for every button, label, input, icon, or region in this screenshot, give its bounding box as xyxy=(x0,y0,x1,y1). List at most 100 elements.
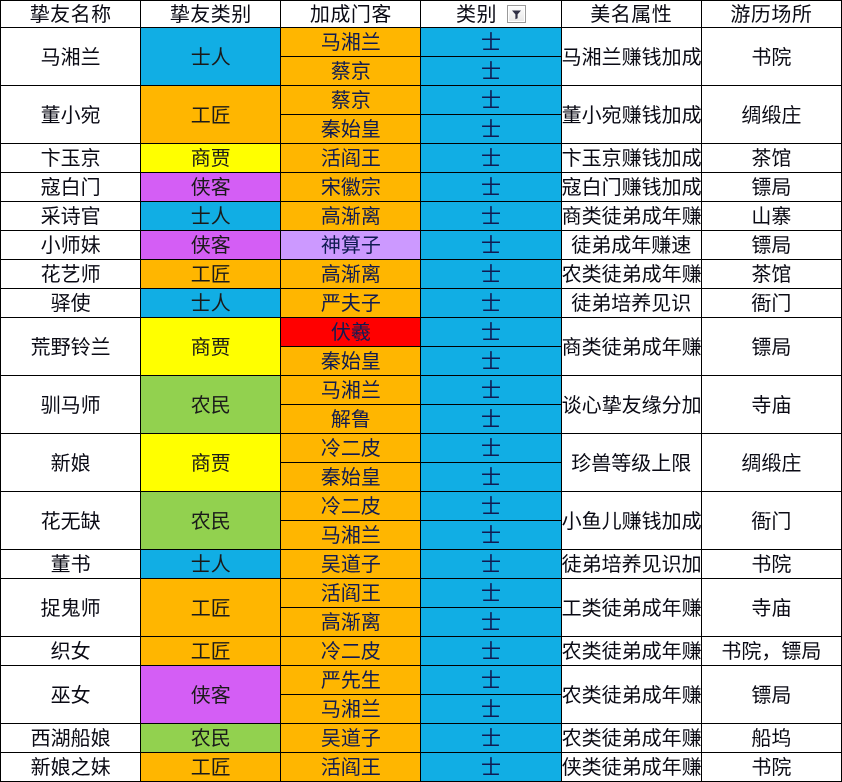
table-row[interactable]: 西湖船娘农民吴道子士农类徒弟成年赚速船坞 xyxy=(0,723,842,753)
cell-friend-category[interactable]: 工匠 xyxy=(140,636,282,666)
cell-friend-name[interactable]: 采诗官 xyxy=(0,201,142,231)
table-row[interactable]: 捉鬼师工匠活阎王士工类徒弟成年赚速寺庙 xyxy=(0,578,842,637)
cell-attribute[interactable]: 马湘兰赚钱加成 xyxy=(560,27,702,86)
cell-place[interactable]: 衙门 xyxy=(700,288,842,318)
cell-retainer[interactable]: 吴道子 xyxy=(280,549,422,579)
cell-retainer[interactable]: 马湘兰 xyxy=(280,520,422,550)
cell-friend-name[interactable]: 捉鬼师 xyxy=(0,578,142,637)
cell-type[interactable]: 士 xyxy=(420,462,562,492)
cell-retainer[interactable]: 严先生 xyxy=(280,665,422,695)
cell-retainer[interactable]: 秦始皇 xyxy=(280,462,422,492)
cell-retainer[interactable]: 高渐离 xyxy=(280,607,422,637)
cell-attribute[interactable]: 侠类徒弟成年赚速 xyxy=(560,752,702,782)
cell-retainer[interactable]: 秦始皇 xyxy=(280,346,422,376)
cell-place[interactable]: 衙门 xyxy=(700,491,842,550)
table-row[interactable]: 花无缺 农民 冷二皮士小鱼儿赚钱加成 衙门 xyxy=(0,491,842,550)
cell-retainer[interactable]: 冷二皮 xyxy=(280,491,422,521)
cell-friend-category[interactable]: 侠客 xyxy=(140,172,282,202)
cell-type[interactable]: 士 xyxy=(420,201,562,231)
cell-type[interactable]: 士 xyxy=(420,665,562,695)
cell-friend-category[interactable]: 工匠 xyxy=(140,752,282,782)
column-header-attribute[interactable]: 美名属性 xyxy=(560,0,702,28)
cell-type[interactable]: 士 xyxy=(420,549,562,579)
cell-type[interactable]: 士 xyxy=(420,114,562,144)
cell-retainer[interactable]: 高渐离 xyxy=(280,201,422,231)
cell-friend-category[interactable]: 士人 xyxy=(140,201,282,231)
table-row[interactable]: 荒野铃兰商贾伏羲士商类徒弟成年赚速镖局 xyxy=(0,317,842,376)
cell-attribute[interactable]: 卞玉京赚钱加成 xyxy=(560,143,702,173)
cell-retainer[interactable]: 蔡京 xyxy=(280,56,422,86)
cell-friend-name[interactable]: 新娘之妹 xyxy=(0,752,142,782)
cell-attribute[interactable]: 农类徒弟成年赚速 xyxy=(560,723,702,753)
cell-friend-category[interactable]: 工匠 xyxy=(140,578,282,637)
cell-type[interactable]: 士 xyxy=(420,56,562,86)
cell-friend-name[interactable]: 董书 xyxy=(0,549,142,579)
cell-retainer[interactable]: 活阎王 xyxy=(280,752,422,782)
cell-friend-category[interactable]: 侠客 xyxy=(140,230,282,260)
cell-friend-category[interactable]: 士人 xyxy=(140,27,282,86)
cell-friend-name[interactable]: 卞玉京 xyxy=(0,143,142,173)
cell-type[interactable]: 士 xyxy=(420,636,562,666)
cell-retainer[interactable]: 冷二皮 xyxy=(280,636,422,666)
table-row[interactable]: 董书士人吴道子士徒弟培养见识加成书院 xyxy=(0,549,842,579)
cell-place[interactable]: 山寨 xyxy=(700,201,842,231)
cell-place[interactable]: 寺庙 xyxy=(700,375,842,434)
cell-retainer[interactable]: 马湘兰 xyxy=(280,375,422,405)
cell-type[interactable]: 士 xyxy=(420,491,562,521)
cell-place[interactable]: 船坞 xyxy=(700,723,842,753)
cell-attribute[interactable]: 董小宛赚钱加成 xyxy=(560,85,702,144)
cell-type[interactable]: 士 xyxy=(420,433,562,463)
cell-attribute[interactable]: 珍兽等级上限 xyxy=(560,433,702,492)
cell-place[interactable]: 镖局 xyxy=(700,665,842,724)
cell-friend-category[interactable]: 商贾 xyxy=(140,143,282,173)
cell-type[interactable]: 士 xyxy=(420,346,562,376)
cell-friend-name[interactable]: 西湖船娘 xyxy=(0,723,142,753)
column-header-category[interactable]: 挚友类别 xyxy=(140,0,282,28)
cell-friend-category[interactable]: 工匠 xyxy=(140,85,282,144)
cell-friend-name[interactable]: 马湘兰 xyxy=(0,27,142,86)
cell-place[interactable]: 镖局 xyxy=(700,317,842,376)
cell-retainer[interactable]: 马湘兰 xyxy=(280,27,422,57)
cell-place[interactable]: 寺庙 xyxy=(700,578,842,637)
cell-type[interactable]: 士 xyxy=(420,172,562,202)
cell-retainer[interactable]: 秦始皇 xyxy=(280,114,422,144)
cell-friend-category[interactable]: 农民 xyxy=(140,723,282,753)
cell-attribute[interactable]: 徒弟培养见识 xyxy=(560,288,702,318)
cell-retainer[interactable]: 伏羲 xyxy=(280,317,422,347)
cell-attribute[interactable]: 农类徒弟成年赚速 xyxy=(560,259,702,289)
cell-friend-category[interactable]: 士人 xyxy=(140,288,282,318)
cell-friend-name[interactable]: 董小宛 xyxy=(0,85,142,144)
column-header-type[interactable]: 类别 xyxy=(420,0,562,28)
cell-retainer[interactable]: 解鲁 xyxy=(280,404,422,434)
cell-retainer[interactable]: 高渐离 xyxy=(280,259,422,289)
table-row[interactable]: 董小宛 工匠 蔡京士董小宛赚钱加成 绸缎庄 xyxy=(0,85,842,144)
cell-retainer[interactable]: 神算子 xyxy=(280,230,422,260)
cell-place[interactable]: 茶馆 xyxy=(700,259,842,289)
cell-friend-name[interactable]: 花无缺 xyxy=(0,491,142,550)
table-row[interactable]: 新娘 商贾 冷二皮士珍兽等级上限 绸缎庄 xyxy=(0,433,842,492)
cell-friend-name[interactable]: 小师妹 xyxy=(0,230,142,260)
cell-place[interactable]: 茶馆 xyxy=(700,143,842,173)
cell-friend-category[interactable]: 农民 xyxy=(140,491,282,550)
table-row[interactable]: 小师妹 侠客 神算子士徒弟成年赚速 镖局 xyxy=(0,230,842,260)
cell-friend-category[interactable]: 工匠 xyxy=(140,259,282,289)
table-row[interactable]: 卞玉京 商贾 活阎王士卞玉京赚钱加成 茶馆 xyxy=(0,143,842,173)
cell-type[interactable]: 士 xyxy=(420,143,562,173)
cell-type[interactable]: 士 xyxy=(420,317,562,347)
cell-type[interactable]: 士 xyxy=(420,578,562,608)
column-header-name[interactable]: 挚友名称 xyxy=(0,0,142,28)
cell-friend-category[interactable]: 农民 xyxy=(140,375,282,434)
cell-friend-category[interactable]: 侠客 xyxy=(140,665,282,724)
cell-attribute[interactable]: 农类徒弟成年赚速 xyxy=(560,636,702,666)
cell-attribute[interactable]: 徒弟成年赚速 xyxy=(560,230,702,260)
cell-friend-name[interactable]: 驿使 xyxy=(0,288,142,318)
cell-retainer[interactable]: 蔡京 xyxy=(280,85,422,115)
cell-retainer[interactable]: 马湘兰 xyxy=(280,694,422,724)
cell-type[interactable]: 士 xyxy=(420,27,562,57)
table-row[interactable]: 寇白门 侠客 宋徽宗士寇白门赚钱加成 镖局 xyxy=(0,172,842,202)
cell-friend-name[interactable]: 新娘 xyxy=(0,433,142,492)
table-row[interactable]: 花艺师工匠高渐离士农类徒弟成年赚速茶馆 xyxy=(0,259,842,289)
cell-friend-category[interactable]: 商贾 xyxy=(140,317,282,376)
cell-attribute[interactable]: 寇白门赚钱加成 xyxy=(560,172,702,202)
cell-type[interactable]: 士 xyxy=(420,752,562,782)
